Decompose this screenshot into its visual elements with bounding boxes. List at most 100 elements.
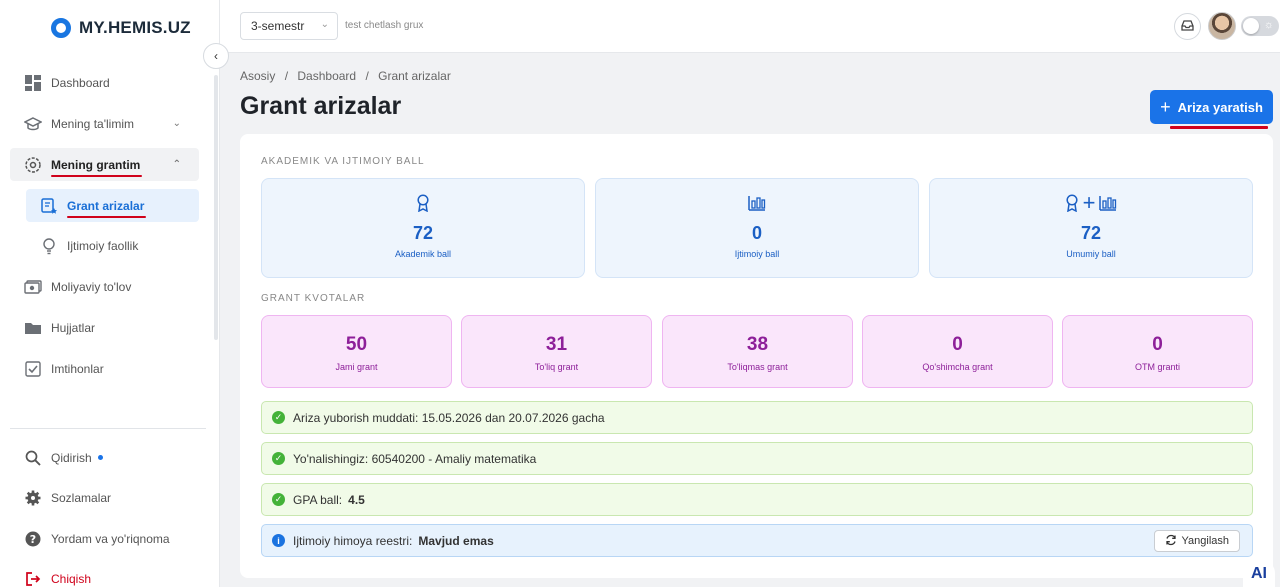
sidebar-item-search[interactable]: Qidirish: [10, 441, 199, 474]
gpa-label: GPA ball:: [293, 492, 343, 507]
refresh-icon: [1165, 534, 1177, 549]
logo-ring-icon: [51, 18, 71, 38]
registry-label: Ijtimoiy himoya reestri:: [293, 533, 413, 548]
check-circle-icon: ✓: [272, 411, 285, 424]
breadcrumb: Asosiy / Dashboard / Grant arizalar: [240, 69, 457, 83]
sidebar-item-social-activity[interactable]: Ijtimoiy faollik: [26, 229, 199, 262]
direction-text: Yo'nalishingiz: 60540200 - Amaliy matema…: [293, 451, 537, 466]
logo[interactable]: MY.HEMIS.UZ: [51, 18, 191, 38]
gpa-value: 4.5: [348, 492, 365, 507]
ai-badge-text: AI: [1251, 565, 1267, 582]
graduation-cap-icon: [24, 115, 42, 133]
sidebar-item-label: Yordam va yo'riqnoma: [51, 531, 170, 546]
quota-label: To'liq grant: [534, 362, 579, 372]
create-application-button[interactable]: + Ariza yaratish: [1150, 90, 1273, 124]
sidebar-item-dashboard[interactable]: Dashboard: [10, 66, 199, 99]
quota-full: 31 To'liq grant: [461, 315, 652, 388]
quota-label: OTM granti: [1134, 362, 1180, 372]
page-title: Grant arizalar: [240, 92, 402, 120]
stat-total: + 72 Umumiy ball: [929, 178, 1253, 278]
info-circle-icon: i: [272, 534, 285, 547]
logo-text: MY.HEMIS.UZ: [79, 18, 191, 37]
sidebar: MY.HEMIS.UZ Dashboard Mening ta'limim ⌄ …: [0, 0, 220, 587]
semester-value: 3-semestr: [251, 19, 305, 33]
refresh-button[interactable]: Yangilash: [1153, 530, 1240, 552]
toggle-knob: [1243, 18, 1259, 34]
inbox-button[interactable]: [1174, 13, 1201, 40]
scores-section-label: AKADEMIK VA IJTIMOIY BALL: [261, 156, 425, 167]
sidebar-item-label: Sozlamalar: [51, 490, 112, 505]
sidebar-item-logout[interactable]: Chiqish: [10, 562, 199, 587]
breadcrumb-dashboard[interactable]: Dashboard: [297, 69, 356, 83]
checkbox-icon: [24, 360, 42, 378]
sidebar-item-help[interactable]: ? Yordam va yo'riqnoma: [10, 522, 199, 555]
sidebar-item-label: Mening grantim: [51, 157, 143, 177]
gear-icon: [24, 489, 42, 507]
create-application-label: Ariza yaratish: [1177, 99, 1263, 115]
sidebar-item-label: Hujjatlar: [51, 320, 96, 335]
gpa-alert: ✓ GPA ball: 4.5: [261, 483, 1253, 516]
sidebar-item-label: Ijtimoiy faollik: [67, 238, 139, 253]
money-icon: [24, 278, 42, 296]
quota-label: Jami grant: [335, 362, 378, 372]
stat-value: 72: [412, 223, 434, 243]
breadcrumb-current: Grant arizalar: [378, 69, 451, 83]
quota-university: 0 OTM granti: [1062, 315, 1253, 388]
sidebar-item-payments[interactable]: Moliyaviy to'lov: [10, 270, 199, 303]
quota-total: 50 Jami grant: [261, 315, 452, 388]
sun-icon: ☼: [1263, 19, 1274, 31]
stat-academic: 72 Akademik ball: [261, 178, 585, 278]
sidebar-item-documents[interactable]: Hujjatlar: [10, 311, 199, 344]
sidebar-item-my-education[interactable]: Mening ta'limim ⌄: [10, 107, 199, 140]
chevron-left-icon: ‹: [214, 49, 218, 63]
grant-card: AKADEMIK VA IJTIMOIY BALL 72 Akademik ba…: [240, 134, 1273, 578]
sidebar-collapse-button[interactable]: ‹: [203, 43, 229, 69]
stat-value: 0: [751, 223, 762, 243]
stat-label: Umumiy ball: [1066, 249, 1116, 259]
stat-social: 0 Ijtimoiy ball: [595, 178, 919, 278]
quota-additional: 0 Qo'shimcha grant: [862, 315, 1053, 388]
registry-alert: i Ijtimoiy himoya reestri: Mavjud emas Y…: [261, 524, 1253, 557]
quota-value: 31: [545, 334, 568, 355]
svg-text:?: ?: [30, 533, 36, 546]
theme-toggle[interactable]: ☼: [1241, 16, 1279, 36]
sidebar-item-label: Grant arizalar: [67, 198, 147, 218]
plus-icon: +: [1160, 97, 1171, 117]
check-circle-icon: ✓: [272, 452, 285, 465]
sidebar-item-label: Dashboard: [51, 75, 110, 90]
award-plus-chart-icon: +: [930, 192, 1252, 214]
quota-label: Qo'shimcha grant: [922, 362, 993, 372]
breadcrumb-home[interactable]: Asosiy: [240, 69, 275, 83]
group-name: test chetlash grux: [345, 20, 424, 31]
semester-select[interactable]: 3-semestr ⌄: [240, 12, 338, 40]
annotation-underline: [1170, 126, 1268, 129]
sidebar-item-label: Qidirish: [51, 450, 92, 465]
sidebar-item-grant-applications[interactable]: Grant arizalar: [26, 189, 199, 222]
quota-label: To'liqmas grant: [727, 362, 788, 372]
sidebar-item-label: Chiqish: [51, 571, 92, 586]
folder-icon: [24, 319, 42, 337]
chevron-up-icon: ⌃: [172, 159, 181, 170]
help-circle-icon: ?: [24, 530, 42, 548]
registry-value: Mavjud emas: [418, 533, 494, 548]
chevron-down-icon: ⌄: [320, 19, 329, 30]
lightbulb-icon: [40, 237, 58, 255]
gear-badge-icon: [24, 156, 42, 174]
notification-dot: [97, 455, 103, 460]
ai-assistant-button[interactable]: AI: [1243, 561, 1275, 587]
refresh-label: Yangilash: [1181, 535, 1230, 547]
award-icon: [262, 192, 584, 214]
sidebar-item-settings[interactable]: Sozlamalar: [10, 481, 199, 514]
document-star-icon: [40, 197, 58, 215]
sidebar-item-exams[interactable]: Imtihonlar: [10, 352, 199, 385]
quota-partial: 38 To'liqmas grant: [662, 315, 853, 388]
bar-chart-icon: [596, 192, 918, 214]
dashboard-icon: [24, 74, 42, 92]
deadline-alert: ✓ Ariza yuborish muddati: 15.05.2026 dan…: [261, 401, 1253, 434]
logout-icon: [24, 570, 42, 587]
user-avatar[interactable]: [1208, 12, 1236, 40]
breadcrumb-separator: /: [284, 69, 289, 83]
sidebar-scrollbar[interactable]: [214, 75, 218, 340]
sidebar-item-my-grant[interactable]: Mening grantim ⌃: [10, 148, 199, 181]
quotas-section-label: GRANT KVOTALAR: [261, 293, 366, 304]
